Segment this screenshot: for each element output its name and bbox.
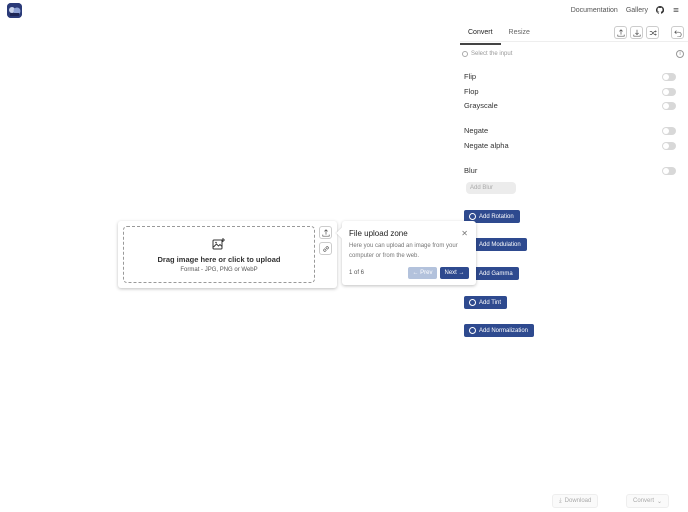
tour-next-button[interactable]: Next → <box>440 267 469 279</box>
tour-popover: File upload zone ✕ Here you can upload a… <box>342 221 476 285</box>
upload-icon <box>321 228 330 237</box>
file-upload-zone: Drag image here or click to upload Forma… <box>118 221 337 288</box>
add-image-icon <box>212 238 225 250</box>
upload-file-button[interactable] <box>319 226 332 239</box>
dropzone[interactable]: Drag image here or click to upload Forma… <box>123 226 315 283</box>
upload-format-hint: Format - JPG, PNG or WebP <box>180 267 258 273</box>
tour-step-counter: 1 of 6 <box>349 270 365 276</box>
upload-from-url-button[interactable] <box>319 242 332 255</box>
tour-prev-button[interactable]: ← Prev <box>408 267 437 279</box>
close-icon[interactable]: ✕ <box>461 229 468 238</box>
tour-description: Here you can upload an image from your c… <box>349 243 458 259</box>
link-icon <box>322 245 329 252</box>
upload-title: Drag image here or click to upload <box>157 255 281 264</box>
tour-title: File upload zone <box>349 229 408 238</box>
